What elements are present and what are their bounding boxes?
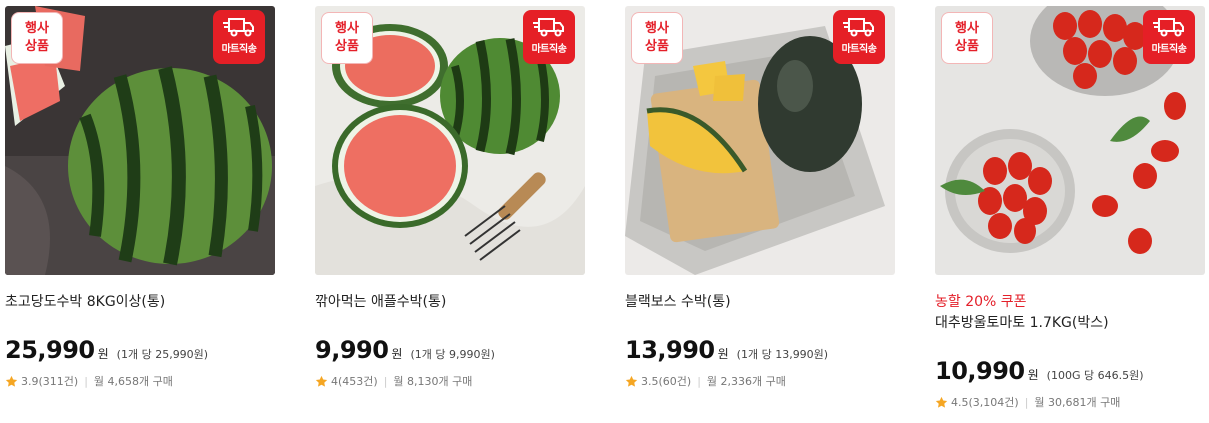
currency: 원 [97,347,109,361]
product-card[interactable]: 행사 상품 마트직송 블랙보스 수박(통) 13,990 원 (1개 당 13,… [625,6,895,421]
product-image[interactable]: 행사 상품 마트직송 [5,6,275,275]
coupon-label: 농할 20% 쿠폰 [935,294,1027,310]
monthly-purchases: 월 30,681개 구매 [1034,396,1121,409]
product-image[interactable]: 행사 상품 마트직송 [625,6,895,275]
mart-delivery-badge: 마트직송 [523,10,575,64]
rating: 3.9(311건) [21,375,79,388]
delivery-truck-icon [533,18,564,37]
price: 9,990 [315,336,389,364]
product-image[interactable]: 행사 상품 마트직송 [935,6,1205,275]
rating: 3.5(60건) [641,375,692,388]
rating-row: 4.5(3,104건) | 월 30,681개 구매 [935,394,1205,410]
divider: | [84,374,88,388]
rating: 4(453건) [331,375,378,388]
price: 25,990 [5,336,95,364]
product-name[interactable]: 깎아먹는 애플수박(통) [315,293,585,311]
product-card[interactable]: 행사 상품 마트직송 초고당도수박 8KG이상(통) 25,990 원 (1개 … [5,6,275,421]
price-row: 25,990 원 (1개 당 25,990원) [5,336,275,364]
rating-row: 4(453건) | 월 8,130개 구매 [315,373,585,389]
divider: | [383,374,388,388]
event-product-badge: 행사 상품 [631,12,683,64]
delivery-truck-icon [223,18,254,37]
event-product-badge: 행사 상품 [321,12,373,64]
monthly-purchases: 월 2,336개 구매 [706,375,786,388]
price-row: 13,990 원 (1개 당 13,990원) [625,336,895,364]
star-icon [5,375,18,387]
currency: 원 [717,347,729,361]
mart-delivery-badge: 마트직송 [1143,10,1195,64]
delivery-truck-icon [1153,18,1184,37]
product-card[interactable]: 행사 상품 마트직송 깎아먹는 애플수박(통) 9,990 원 (1개 당 9,… [315,6,585,421]
unit-price: (1개 당 9,990원) [410,348,495,361]
unit-price: (1개 당 25,990원) [116,348,209,361]
rating-row: 3.9(311건) | 월 4,658개 구매 [5,373,275,389]
delivery-truck-icon [843,18,874,37]
price: 10,990 [935,357,1025,385]
unit-price: (1개 당 13,990원) [736,348,829,361]
price: 13,990 [625,336,715,364]
star-icon [625,375,638,387]
monthly-purchases: 월 4,658개 구매 [93,375,173,388]
product-image[interactable]: 행사 상품 마트직송 [315,6,585,275]
price-row: 9,990 원 (1개 당 9,990원) [315,336,585,364]
mart-delivery-badge: 마트직송 [213,10,265,64]
product-name[interactable]: 블랙보스 수박(통) [625,293,895,311]
currency: 원 [1027,368,1039,382]
star-icon [315,375,328,387]
star-icon [935,396,948,408]
event-product-badge: 행사 상품 [941,12,993,64]
product-card[interactable]: 행사 상품 마트직송 농할 20% 쿠폰 대추방울토마토 1.7KG(박스) 1… [935,6,1205,421]
product-name[interactable]: 대추방울토마토 1.7KG(박스) [935,314,1205,332]
divider: | [697,374,701,388]
unit-price: (100G 당 646.5원) [1046,369,1144,382]
mart-delivery-badge: 마트직송 [833,10,885,64]
divider: | [1024,395,1029,409]
monthly-purchases: 월 8,130개 구매 [393,375,473,388]
rating-row: 3.5(60건) | 월 2,336개 구매 [625,373,895,389]
product-name[interactable]: 초고당도수박 8KG이상(통) [5,293,275,311]
rating: 4.5(3,104건) [951,396,1019,409]
currency: 원 [391,347,403,361]
price-row: 10,990 원 (100G 당 646.5원) [935,357,1205,385]
event-product-badge: 행사 상품 [11,12,63,64]
